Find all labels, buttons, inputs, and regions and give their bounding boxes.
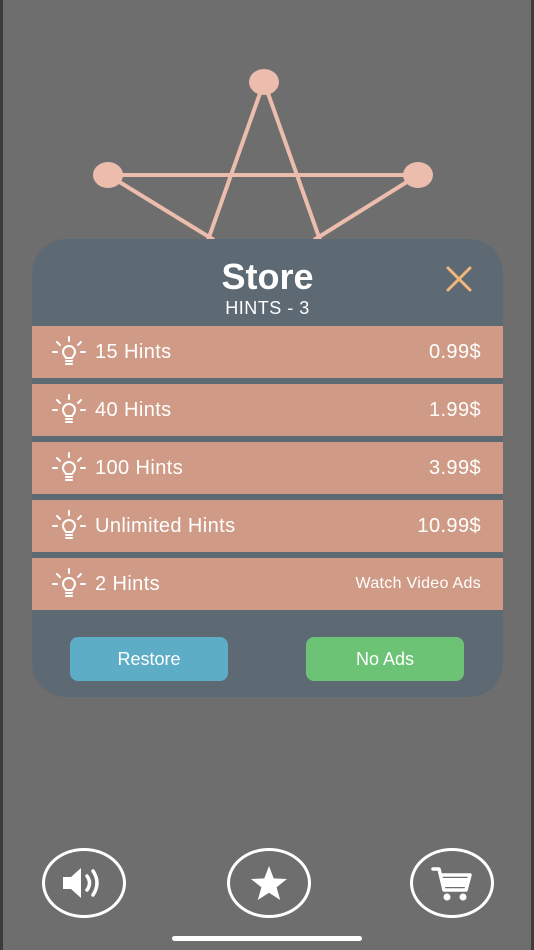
puzzle-line — [206, 81, 266, 240]
puzzle-line — [312, 173, 420, 240]
close-icon[interactable] — [444, 264, 474, 294]
lightbulb-icon — [52, 510, 86, 539]
puzzle-line — [106, 173, 216, 240]
store-button[interactable] — [410, 848, 494, 918]
star-icon — [251, 866, 287, 900]
store-item-unlimited-hints[interactable]: Unlimited Hints 10.99$ — [32, 500, 503, 552]
store-item-price: 1.99$ — [428, 399, 481, 421]
lightbulb-icon — [52, 452, 86, 481]
store-title: Store — [221, 256, 314, 297]
restore-button[interactable]: Restore — [70, 637, 228, 681]
puzzle-node[interactable] — [249, 69, 279, 95]
cart-icon — [431, 867, 472, 901]
store-item-label: Unlimited Hints — [95, 515, 236, 537]
lightbulb-icon — [52, 394, 86, 423]
store-item-label: 100 Hints — [95, 457, 184, 479]
no-ads-button[interactable]: No Ads — [306, 637, 464, 681]
store-item-price: 0.99$ — [428, 341, 481, 363]
puzzle-lines — [106, 81, 420, 240]
store-item-video-hints[interactable]: 2 Hints Watch Video Ads — [32, 558, 503, 610]
home-indicator[interactable] — [172, 936, 362, 941]
lightbulb-icon — [52, 336, 86, 365]
puzzle-node[interactable] — [93, 162, 123, 188]
store-dialog: Store HINTS - 3 15 Hints 0.99$ 40 Hints … — [32, 239, 503, 697]
store-item-label: 15 Hints — [95, 341, 172, 363]
star-puzzle-drawing — [93, 69, 433, 240]
rate-button[interactable] — [227, 848, 311, 918]
sound-button[interactable] — [42, 848, 126, 918]
puzzle-node[interactable] — [403, 162, 433, 188]
store-item-15-hints[interactable]: 15 Hints 0.99$ — [32, 326, 503, 378]
speaker-icon — [63, 868, 99, 898]
hints-count: HINTS - 3 — [225, 298, 310, 318]
puzzle-line — [262, 81, 322, 240]
store-item-price: 10.99$ — [417, 515, 481, 537]
store-item-price: Watch Video Ads — [355, 575, 481, 592]
store-item-label: 40 Hints — [95, 399, 172, 421]
store-item-label: 2 Hints — [95, 573, 161, 595]
lightbulb-icon — [52, 568, 86, 597]
store-item-100-hints[interactable]: 100 Hints 3.99$ — [32, 442, 503, 494]
store-item-price: 3.99$ — [428, 457, 481, 479]
store-item-40-hints[interactable]: 40 Hints 1.99$ — [32, 384, 503, 436]
